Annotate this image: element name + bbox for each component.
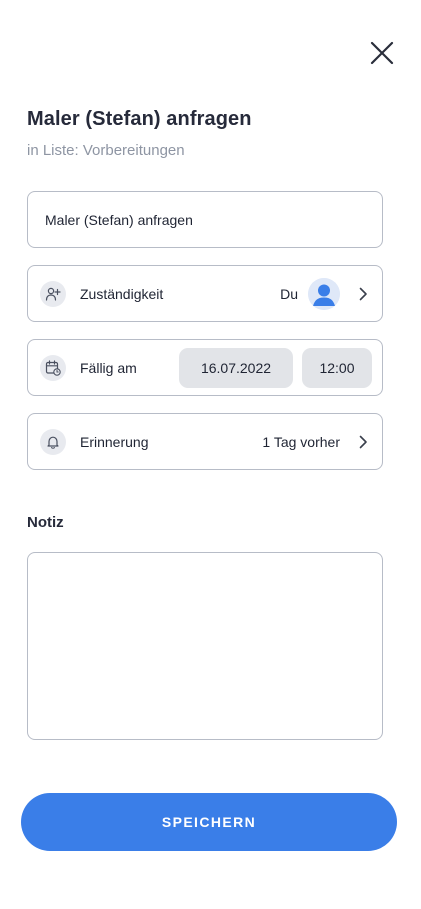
bell-icon xyxy=(40,428,66,455)
avatar xyxy=(308,277,340,310)
notes-textarea[interactable] xyxy=(27,552,383,740)
chevron-right-icon xyxy=(356,287,370,301)
due-date-picker[interactable]: 16.07.2022 xyxy=(179,347,293,388)
task-name-field[interactable]: Maler (Stefan) anfragen xyxy=(27,191,383,248)
due-date-row: Fällig am 16.07.2022 12:00 xyxy=(27,339,383,396)
reminder-row[interactable]: Erinnerung 1 Tag vorher xyxy=(27,413,383,470)
chevron-right-icon xyxy=(356,435,370,449)
notes-label: Notiz xyxy=(27,514,64,531)
save-button[interactable]: SPEICHERN xyxy=(21,793,397,851)
close-icon xyxy=(370,41,394,65)
close-button[interactable] xyxy=(366,37,398,69)
add-person-icon xyxy=(40,280,66,307)
list-subtitle: in Liste: Vorbereitungen xyxy=(27,142,185,159)
page-title: Maler (Stefan) anfragen xyxy=(27,108,252,130)
assignment-row[interactable]: Zuständigkeit Du xyxy=(27,265,383,322)
assignment-value: Du xyxy=(280,285,298,302)
due-label: Fällig am xyxy=(80,359,137,376)
due-time-picker[interactable]: 12:00 xyxy=(302,347,372,388)
task-name-value: Maler (Stefan) anfragen xyxy=(45,211,193,228)
calendar-clock-icon xyxy=(40,354,66,381)
assignment-label: Zuständigkeit xyxy=(80,285,164,302)
reminder-label: Erinnerung xyxy=(80,433,149,450)
reminder-value: 1 Tag vorher xyxy=(262,433,340,450)
